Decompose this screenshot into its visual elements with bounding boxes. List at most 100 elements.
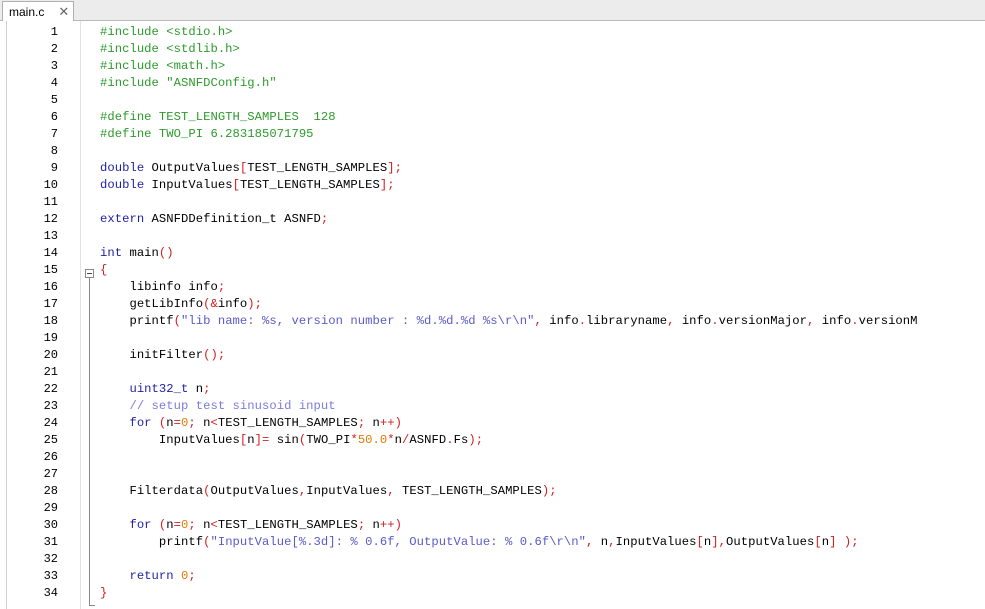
code-line[interactable]: 33 return 0; — [0, 568, 985, 585]
code-token: printf — [100, 314, 174, 328]
line-number: 9 — [50, 161, 58, 175]
code-line[interactable]: 25 InputValues[n]= sin(TWO_PI*50.0*n/ASN… — [0, 432, 985, 449]
code-token: return — [100, 569, 174, 583]
code-line[interactable]: 29 — [0, 500, 985, 517]
line-number: 12 — [43, 212, 58, 226]
code-token: ], — [711, 535, 727, 549]
code-token: , — [387, 484, 395, 498]
code-line[interactable]: 4 #include "ASNFDConfig.h" — [0, 75, 985, 92]
code-line[interactable]: 2 #include <stdlib.h> — [0, 41, 985, 58]
code-text: printf("lib name: %s, version number : %… — [100, 313, 918, 330]
code-line[interactable]: 10 double InputValues[TEST_LENGTH_SAMPLES… — [0, 177, 985, 194]
code-token: TEST_LENGTH_SAMPLES — [394, 484, 542, 498]
code-token: ; — [203, 382, 211, 396]
code-line[interactable]: 9 double OutputValues[TEST_LENGTH_SAMPLES… — [0, 160, 985, 177]
code-line[interactable]: 3 #include <math.h> — [0, 58, 985, 75]
code-line[interactable]: 20 initFilter(); — [0, 347, 985, 364]
code-text: #define TEST_LENGTH_SAMPLES 128 — [100, 109, 336, 126]
code-line[interactable]: 12 extern ASNFDDefinition_t ASNFD; — [0, 211, 985, 228]
code-text: initFilter(); — [100, 347, 225, 364]
code-token: TEST_LENGTH_SAMPLES — [217, 518, 358, 532]
code-token: versionM — [858, 314, 918, 328]
code-text: for (n=0; n<TEST_LENGTH_SAMPLES; n++) — [100, 517, 402, 534]
code-line[interactable]: 21 — [0, 364, 985, 381]
code-token: InputValues — [306, 484, 388, 498]
code-line[interactable]: 17 getLibInfo(&info); — [0, 296, 985, 313]
code-text: uint32_t n; — [100, 381, 210, 398]
code-line[interactable]: 32 — [0, 551, 985, 568]
code-token: OutputValues — [144, 161, 240, 175]
tab-title: main.c — [9, 4, 45, 19]
code-line[interactable]: 16 libinfo info; — [0, 279, 985, 296]
line-number: 21 — [43, 365, 58, 379]
code-text: #define TWO_PI 6.283185071795 — [100, 126, 314, 143]
code-token: * — [350, 433, 358, 447]
code-token: n — [166, 518, 174, 532]
code-text: #include "ASNFDConfig.h" — [100, 75, 277, 92]
code-token: for — [100, 518, 152, 532]
line-number: 5 — [50, 93, 58, 107]
code-token: libinfo info — [100, 280, 218, 294]
code-text: { — [100, 262, 107, 279]
code-token: TEST_LENGTH_SAMPLES — [217, 416, 358, 430]
code-line[interactable]: 27 — [0, 466, 985, 483]
line-number: 10 — [43, 178, 58, 192]
code-line[interactable]: 19 — [0, 330, 985, 347]
code-token: ); — [836, 535, 859, 549]
code-line[interactable]: 13 — [0, 228, 985, 245]
code-token: ++) — [379, 518, 403, 532]
code-token: ); — [468, 433, 484, 447]
line-number: 16 — [43, 280, 58, 294]
code-line[interactable]: 11 — [0, 194, 985, 211]
line-number: 30 — [43, 518, 58, 532]
code-line[interactable]: 30 for (n=0; n<TEST_LENGTH_SAMPLES; n++) — [0, 517, 985, 534]
code-token: OutputValues — [726, 535, 815, 549]
line-number: 29 — [43, 501, 58, 515]
line-number: 1 — [50, 25, 58, 39]
code-line[interactable]: 15 { — [0, 262, 985, 279]
code-token: 50.0 — [357, 433, 388, 447]
code-line[interactable]: 8 — [0, 143, 985, 160]
code-token: for — [100, 416, 152, 430]
code-token: [ — [814, 535, 822, 549]
code-line[interactable]: 6 #define TEST_LENGTH_SAMPLES 128 — [0, 109, 985, 126]
code-token: ; — [217, 280, 226, 294]
code-token: info — [674, 314, 712, 328]
line-number: 31 — [43, 535, 58, 549]
code-line[interactable]: 23 // setup test sinusoid input — [0, 398, 985, 415]
code-token: n — [593, 535, 609, 549]
code-line[interactable]: 18 printf("lib name: %s, version number … — [0, 313, 985, 330]
code-line[interactable]: 28 Filterdata(OutputValues,InputValues, … — [0, 483, 985, 500]
code-line[interactable]: 5 — [0, 92, 985, 109]
code-line[interactable]: 14 int main() — [0, 245, 985, 262]
code-token: (); — [203, 348, 226, 362]
code-token: int — [100, 246, 123, 260]
code-line[interactable]: 7 #define TWO_PI 6.283185071795 — [0, 126, 985, 143]
code-text: InputValues[n]= sin(TWO_PI*50.0*n/ASNFD.… — [100, 432, 483, 449]
code-line[interactable]: 31 printf("InputValue[%.3d]: % 0.6f, Out… — [0, 534, 985, 551]
code-line[interactable]: 1 #include <stdio.h> — [0, 24, 985, 41]
code-editor[interactable]: 1 #include <stdio.h> 2 #include <stdlib.h> 3… — [0, 21, 985, 609]
tab-main-c[interactable]: main.c ✕ — [2, 1, 74, 21]
close-icon[interactable]: ✕ — [58, 5, 69, 18]
line-number: 14 — [43, 246, 58, 260]
code-token: libraryname — [586, 314, 668, 328]
code-token: . — [446, 433, 454, 447]
code-token: } — [100, 586, 108, 600]
code-line[interactable]: 34} — [0, 585, 985, 602]
code-token: < — [210, 518, 218, 532]
code-token: . — [578, 314, 587, 328]
code-line[interactable]: 26 — [0, 449, 985, 466]
code-token: ( — [151, 416, 167, 430]
code-line[interactable]: 22 uint32_t n; — [0, 381, 985, 398]
code-line[interactable]: 24 for (n=0; n<TEST_LENGTH_SAMPLES; n++) — [0, 415, 985, 432]
line-number: 11 — [43, 195, 58, 209]
code-token: = — [173, 416, 182, 430]
code-text: extern ASNFDDefinition_t ASNFD; — [100, 211, 328, 228]
code-token: TWO_PI — [306, 433, 351, 447]
line-number: 6 — [50, 110, 58, 124]
code-text: // setup test sinusoid input — [100, 398, 336, 415]
tab-bar: main.c ✕ — [0, 0, 985, 21]
line-number: 18 — [43, 314, 58, 328]
code-token: InputValues — [615, 535, 697, 549]
